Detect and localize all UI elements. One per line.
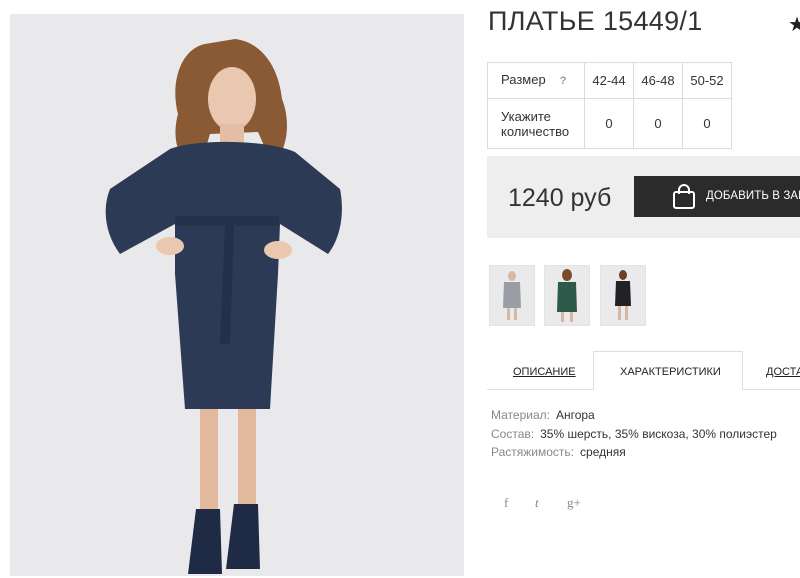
- size-46-48: 46-48: [633, 62, 683, 99]
- favorite-star-icon[interactable]: ★: [788, 12, 800, 37]
- size-label-cell: Размер?: [487, 62, 585, 99]
- add-to-cart-button[interactable]: ДОБАВИТЬ В ЗАК: [634, 176, 800, 217]
- thumbnail-green-dress[interactable]: [544, 265, 590, 326]
- quantity-label-cell: Укажите количество: [487, 98, 585, 149]
- spec-stretch-key: Растяжимость:: [491, 445, 575, 459]
- size-50-52: 50-52: [682, 62, 732, 99]
- spec-material-value: Ангора: [555, 408, 595, 422]
- size-table: Размер? 42-44 46-48 50-52 Укажите количе…: [487, 62, 732, 149]
- spec-material-key: Материал:: [491, 408, 550, 422]
- thumbnail-grey-dress[interactable]: [489, 265, 535, 326]
- tab-delivery[interactable]: ДОСТА: [766, 366, 800, 378]
- size-help-icon[interactable]: ?: [560, 74, 567, 89]
- spec-material: Материал: Ангора: [491, 408, 595, 422]
- product-main-image[interactable]: [10, 14, 464, 576]
- spec-stretch: Растяжимость: средняя: [491, 445, 626, 459]
- quantity-input-50-52[interactable]: 0: [682, 98, 732, 149]
- spec-composition-key: Состав:: [491, 427, 535, 441]
- quantity-input-46-48[interactable]: 0: [633, 98, 683, 149]
- size-42-44: 42-44: [584, 62, 634, 99]
- grey-dress-thumbnail-image: [503, 271, 521, 320]
- green-dress-thumbnail-image: [557, 269, 577, 322]
- price: 1240 руб: [508, 184, 612, 212]
- dress-model-illustration: [10, 14, 464, 576]
- black-dress-thumbnail-image: [615, 270, 631, 320]
- thumbnail-black-dress[interactable]: [600, 265, 646, 326]
- twitter-icon[interactable]: t: [535, 495, 539, 511]
- tab-characteristics[interactable]: ХАРАКТЕРИСТИКИ: [620, 366, 721, 378]
- product-title: ПЛАТЬЕ 15449/1: [488, 6, 703, 36]
- quantity-label-line1: Укажите: [501, 108, 551, 124]
- spec-composition: Состав: 35% шерсть, 35% вискоза, 30% поли…: [491, 427, 777, 441]
- googleplus-icon[interactable]: g+: [567, 495, 581, 511]
- quantity-label-line2: количество: [501, 123, 570, 139]
- size-label: Размер: [501, 72, 546, 87]
- spec-composition-value: 35% шерсть, 35% вискоза, 30% полиэстер: [540, 427, 777, 441]
- spec-stretch-value: средняя: [580, 445, 626, 459]
- price-box: 1240 руб ДОБАВИТЬ В ЗАК: [487, 156, 800, 238]
- shopping-bag-icon: [673, 184, 695, 209]
- quantity-input-42-44[interactable]: 0: [584, 98, 634, 149]
- facebook-icon[interactable]: f: [504, 495, 508, 511]
- tab-description[interactable]: ОПИСАНИЕ: [513, 366, 576, 378]
- add-to-cart-label: ДОБАВИТЬ В ЗАК: [706, 190, 800, 202]
